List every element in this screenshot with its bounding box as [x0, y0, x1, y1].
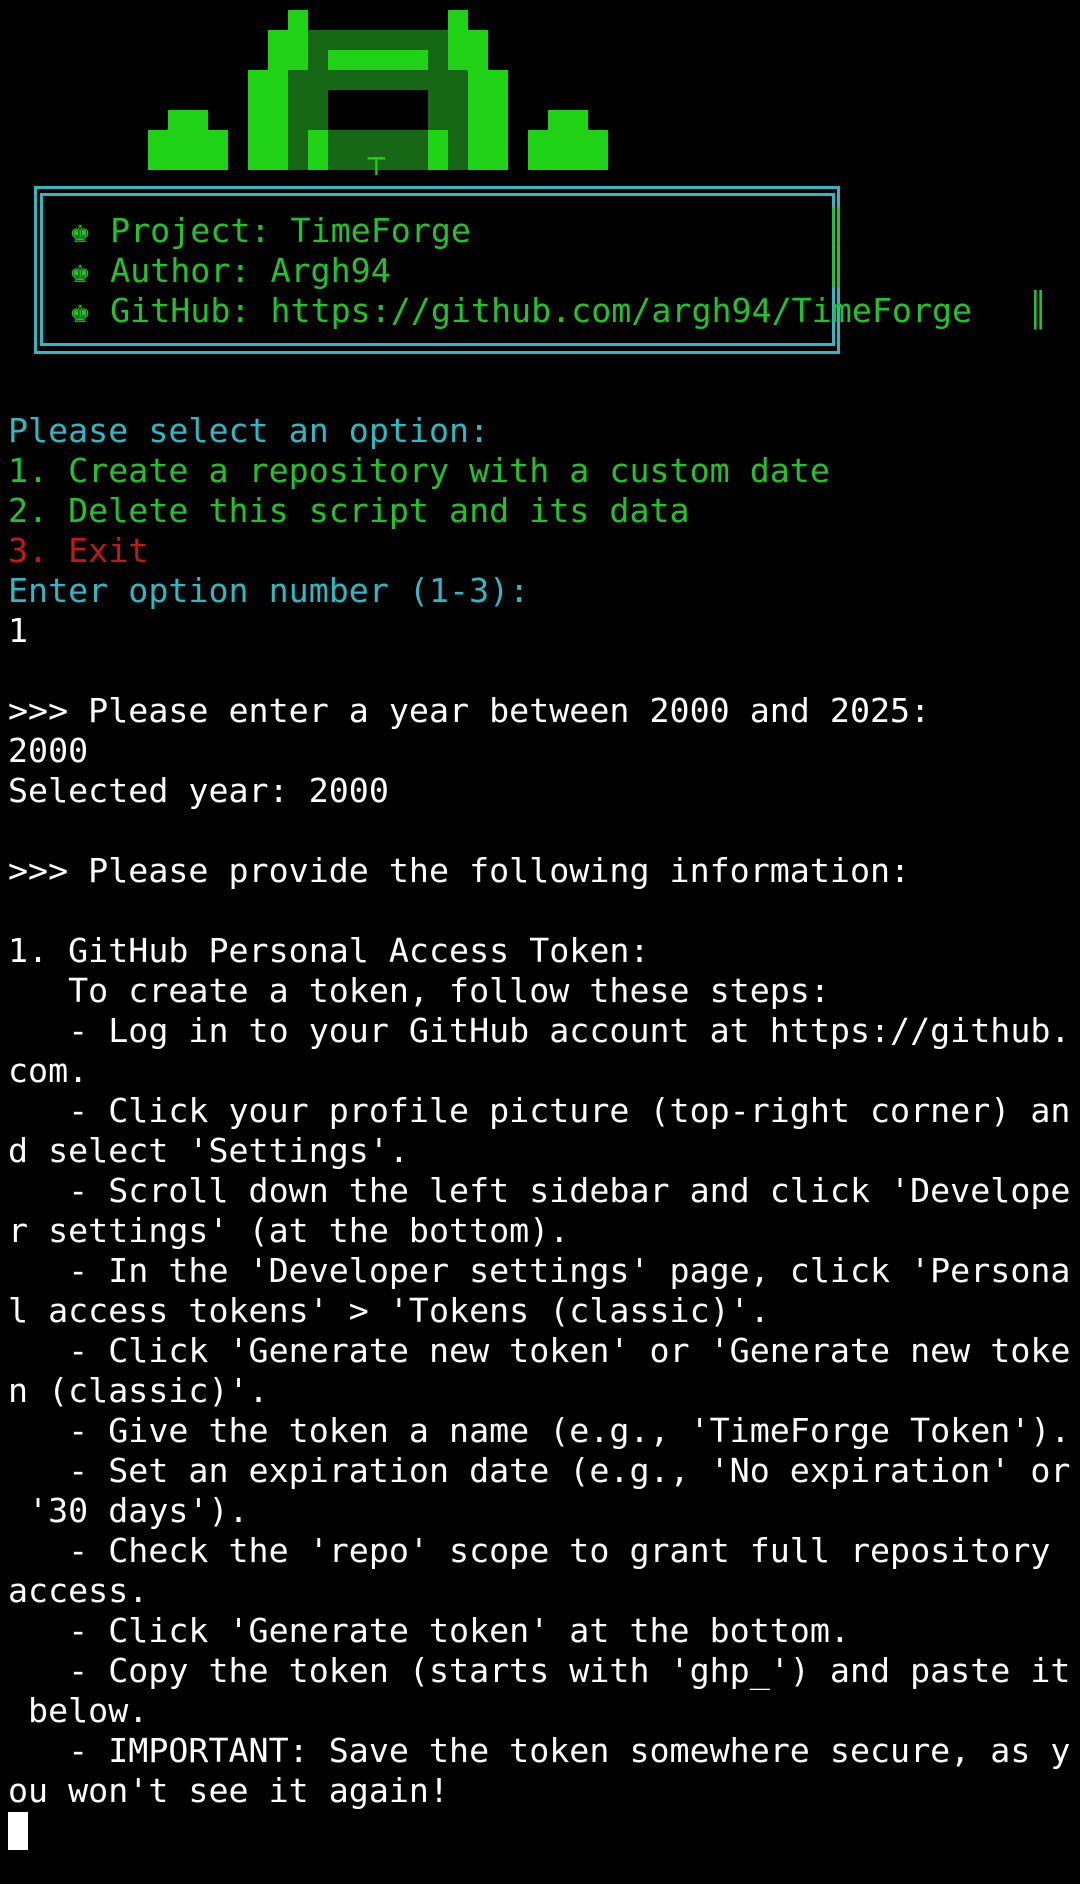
project-line: ♚ Project: TimeForge	[70, 211, 471, 250]
token-step-line: - Click your profile picture (top-right …	[8, 1091, 1071, 1130]
github-line: ♚ GitHub: https://github.com/argh94/Time…	[70, 291, 973, 330]
token-step-line: - Scroll down the left sidebar and click…	[8, 1171, 1071, 1210]
ascii-logo: ┬	[148, 10, 608, 175]
token-step-line: - Check the 'repo' scope to grant full r…	[8, 1531, 1051, 1570]
terminal-cursor[interactable]	[8, 1812, 28, 1850]
menu-option-3: 3. Exit	[8, 531, 149, 570]
info-prompt: >>> Please provide the following informa…	[8, 851, 911, 890]
menu-enter-prompt: Enter option number (1-3):	[8, 571, 530, 610]
box-bar-1: ║	[826, 208, 847, 247]
menu-option-2: 2. Delete this script and its data	[8, 491, 690, 530]
token-step-line: r settings' (at the bottom).	[8, 1211, 570, 1250]
token-step-line: - IMPORTANT: Save the token somewhere se…	[8, 1731, 1071, 1770]
token-step-line: - In the 'Developer settings' page, clic…	[8, 1251, 1071, 1290]
token-step-line: To create a token, follow these steps:	[8, 971, 830, 1010]
year-prompt: >>> Please enter a year between 2000 and…	[8, 691, 931, 730]
token-step-line: below.	[8, 1691, 149, 1730]
token-title: 1. GitHub Personal Access Token:	[8, 931, 650, 970]
author-line: ♚ Author: Argh94	[70, 251, 391, 290]
year-selected: Selected year: 2000	[8, 771, 389, 810]
box-bar-3: ║	[1028, 290, 1049, 329]
token-step-line: - Copy the token (starts with 'ghp_') an…	[8, 1651, 1071, 1690]
menu-prompt: Please select an option:	[8, 411, 490, 450]
token-step-line: ou won't see it again!	[8, 1771, 450, 1810]
menu-input-echo: 1	[8, 611, 29, 650]
token-step-line: n (classic)'.	[8, 1371, 269, 1410]
logo-glyph: ┬	[367, 142, 386, 175]
token-step-line: - Give the token a name (e.g., 'TimeForg…	[8, 1411, 1071, 1450]
token-step-line: '30 days').	[8, 1491, 249, 1530]
token-step-line: l access tokens' > 'Tokens (classic)'.	[8, 1291, 770, 1330]
token-step-line: - Click 'Generate new token' or 'Generat…	[8, 1331, 1071, 1370]
token-step-line: - Set an expiration date (e.g., 'No expi…	[8, 1451, 1071, 1490]
token-step-line: d select 'Settings'.	[8, 1131, 409, 1170]
year-input-echo: 2000	[8, 731, 89, 770]
token-step-line: access.	[8, 1571, 149, 1610]
token-step-line: - Log in to your GitHub account at https…	[8, 1011, 1071, 1050]
token-step-line: com.	[8, 1051, 89, 1090]
menu-option-1: 1. Create a repository with a custom dat…	[8, 451, 830, 490]
token-step-line: - Click 'Generate token' at the bottom.	[8, 1611, 850, 1650]
box-bar-2: ║	[826, 248, 847, 287]
